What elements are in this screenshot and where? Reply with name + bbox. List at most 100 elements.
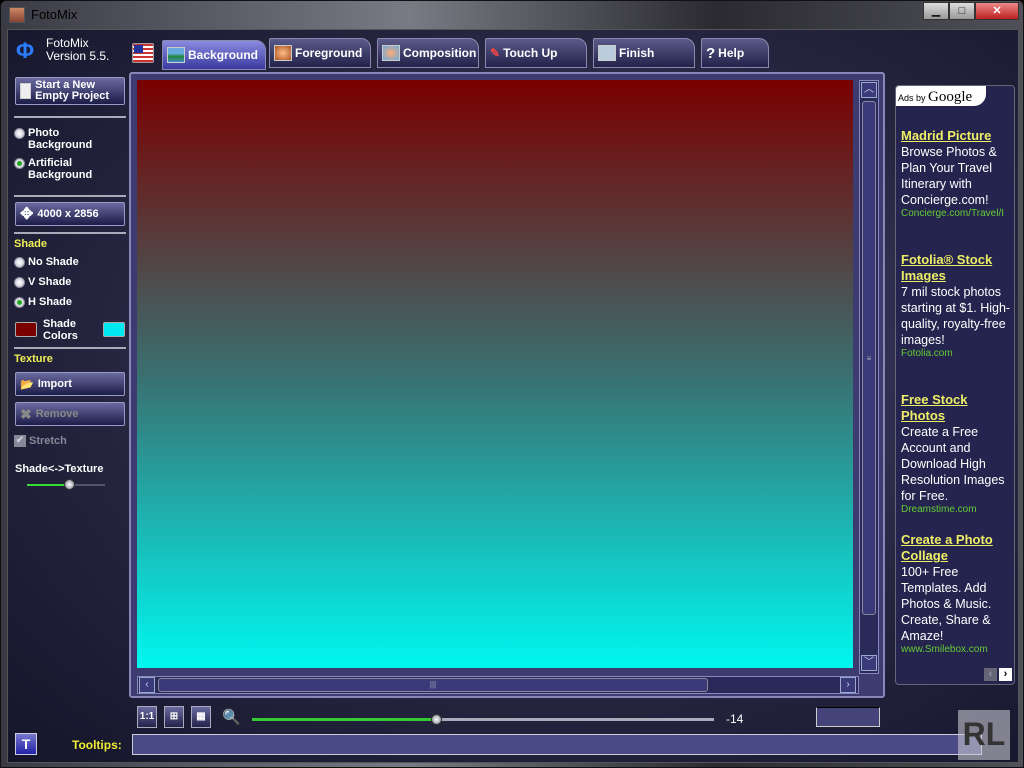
- tab-label: Background: [188, 48, 259, 62]
- scroll-right-icon[interactable]: ›: [840, 677, 856, 693]
- language-flag-button[interactable]: [132, 43, 154, 63]
- ad-body: Browse Photos & Plan Your Travel Itinera…: [901, 145, 997, 207]
- ad-body: 7 mil stock photos starting at $1. High-…: [901, 285, 1011, 347]
- minimize-button[interactable]: ▁: [923, 2, 949, 20]
- radio-h-shade[interactable]: H Shade: [14, 296, 72, 308]
- radio-icon: [14, 128, 25, 139]
- radio-icon: [14, 297, 25, 308]
- brush-icon: ✎: [490, 46, 501, 60]
- vertical-scrollbar[interactable]: ︿ ≡ ﹀: [859, 80, 879, 674]
- ad-body: Create a Free Account and Download High …: [901, 425, 1005, 503]
- ad-item[interactable]: Fotolia® Stock Images 7 mil stock photos …: [901, 252, 1015, 360]
- tab-label: Finish: [619, 46, 655, 60]
- divider: [14, 347, 126, 349]
- radio-photo-background[interactable]: Photo Background: [14, 127, 98, 151]
- tab-label: Help: [718, 46, 745, 60]
- scroll-down-icon[interactable]: ﹀: [861, 655, 877, 671]
- horizontal-scroll-thumb[interactable]: |||: [158, 678, 708, 692]
- ads-next-icon[interactable]: ›: [999, 668, 1012, 681]
- divider: [14, 195, 126, 197]
- horizontal-scrollbar[interactable]: ‹ ||| ›: [137, 676, 859, 694]
- zoom-slider[interactable]: [252, 714, 714, 725]
- import-button[interactable]: 📂 Import: [15, 372, 125, 396]
- button-label: 4000 x 2856: [37, 208, 99, 220]
- ads-header: Ads by: [898, 93, 926, 103]
- save-icon: [598, 45, 616, 61]
- ad-title[interactable]: Madrid Picture: [901, 128, 1015, 144]
- x-icon: ✖: [20, 405, 32, 422]
- button-label: Remove: [35, 408, 79, 420]
- folder-icon: 📂: [20, 378, 34, 391]
- maximize-button[interactable]: □: [949, 2, 975, 20]
- button-label: Import: [37, 378, 72, 390]
- app-icon: [9, 7, 25, 23]
- tab-foreground[interactable]: Foreground: [269, 38, 371, 68]
- ad-url[interactable]: Dreamstime.com: [901, 504, 1015, 516]
- scroll-left-icon[interactable]: ‹: [139, 677, 155, 693]
- radio-v-shade[interactable]: V Shade: [14, 276, 71, 288]
- radio-label: H Shade: [28, 296, 73, 308]
- ads-panel: Ads by Google Madrid Picture Browse Photo…: [895, 85, 1015, 685]
- ad-body: 100+ Free Templates. Add Photos & Music.…: [901, 565, 992, 643]
- client-area: Φ FotoMix Version 5.5. Background Foregro…: [7, 29, 1019, 763]
- tooltips-toggle-button[interactable]: T: [15, 733, 37, 755]
- question-icon: ?: [706, 44, 716, 62]
- grid-icon[interactable]: ▦: [191, 706, 211, 728]
- radio-label: No Shade: [28, 256, 79, 268]
- ad-url[interactable]: Concierge.com/Travel/I: [901, 208, 1015, 220]
- radio-icon: [14, 257, 25, 268]
- remove-button[interactable]: ✖ Remove: [15, 402, 125, 426]
- face-icon: [274, 45, 292, 61]
- move-arrows-icon: ✥: [20, 206, 34, 223]
- shade-color-1-button[interactable]: [15, 322, 37, 337]
- left-panel: Start a New Empty Project Photo Backgrou…: [12, 74, 130, 734]
- divider: [14, 232, 126, 234]
- tab-background[interactable]: Background: [162, 40, 266, 70]
- ads-prev-icon[interactable]: ‹: [984, 668, 997, 681]
- ad-item[interactable]: Madrid Picture Browse Photos & Plan Your …: [901, 128, 1015, 220]
- close-button[interactable]: ✕: [975, 2, 1019, 20]
- radio-label: Photo Background: [28, 127, 93, 151]
- ad-title[interactable]: Fotolia® Stock Images: [901, 252, 1015, 284]
- landscape-icon: [167, 47, 185, 63]
- shade-texture-slider[interactable]: [27, 479, 105, 490]
- scroll-up-icon[interactable]: ︿: [861, 82, 877, 98]
- divider: [14, 116, 126, 118]
- ads-by-google[interactable]: Ads by Google: [896, 86, 986, 106]
- radio-no-shade[interactable]: No Shade: [14, 256, 79, 268]
- tab-touch-up[interactable]: ✎ Touch Up: [485, 38, 587, 68]
- ad-url[interactable]: www.Smilebox.com: [901, 644, 1015, 656]
- shade-color-2-button[interactable]: [103, 322, 125, 337]
- shade-colors-label: Shade Colors: [43, 318, 78, 342]
- radio-artificial-background[interactable]: Artificial Background: [14, 157, 98, 181]
- face-landscape-icon: [382, 45, 400, 61]
- actual-size-button[interactable]: 1:1: [137, 706, 157, 728]
- zoom-slider-knob[interactable]: [430, 714, 442, 725]
- tab-finish[interactable]: Finish: [593, 38, 695, 68]
- radio-label: Artificial Background: [28, 157, 93, 181]
- title-bar: FotoMix ▁ □ ✕: [1, 1, 1024, 29]
- tab-composition[interactable]: Composition: [377, 38, 479, 68]
- app-version: Version 5.5.: [46, 49, 110, 63]
- app-window: FotoMix ▁ □ ✕ Φ FotoMix Version 5.5. Back…: [0, 0, 1024, 768]
- ad-title[interactable]: Free Stock Photos: [901, 392, 1015, 424]
- stretch-checkbox[interactable]: ✔ Stretch: [14, 435, 67, 447]
- tooltips-box: [132, 734, 982, 755]
- ad-title[interactable]: Create a Photo Collage: [901, 532, 1015, 564]
- ad-item[interactable]: Create a Photo Collage 100+ Free Template…: [901, 532, 1015, 656]
- new-project-button[interactable]: Start a New Empty Project: [15, 77, 125, 105]
- zoom-value: -14: [726, 712, 744, 726]
- button-label: Start a New Empty Project: [35, 79, 110, 102]
- tab-label: Foreground: [295, 46, 363, 60]
- vertical-scroll-thumb[interactable]: ≡: [862, 101, 876, 615]
- background-preview-canvas[interactable]: [137, 80, 853, 668]
- checkbox-label: Stretch: [29, 435, 67, 447]
- tab-help[interactable]: ? Help: [701, 38, 769, 68]
- fotomix-logo-icon: Φ: [16, 38, 35, 63]
- ad-item[interactable]: Free Stock Photos Create a Free Account a…: [901, 392, 1015, 516]
- google-logo: Google: [928, 89, 973, 105]
- ad-url[interactable]: Fotolia.com: [901, 348, 1015, 360]
- image-size-button[interactable]: ✥ 4000 x 2856: [15, 202, 125, 226]
- fit-to-window-icon[interactable]: ⊞: [164, 706, 184, 728]
- slider-knob[interactable]: [64, 479, 75, 490]
